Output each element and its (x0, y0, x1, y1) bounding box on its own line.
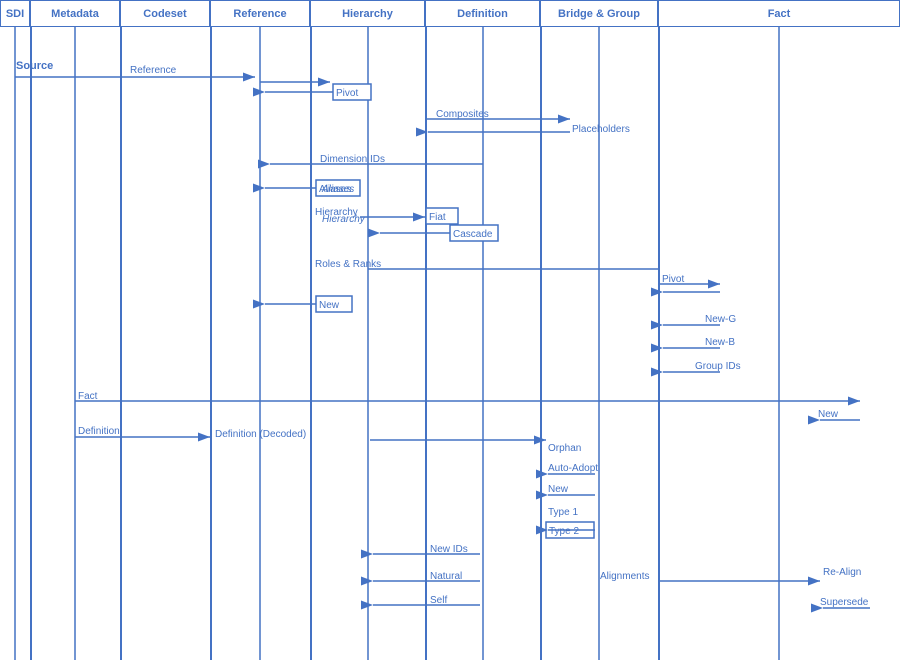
svg-text:Re-Align: Re-Align (823, 567, 861, 578)
tab-reference[interactable]: Reference (210, 0, 310, 27)
svg-text:Reference: Reference (130, 65, 177, 76)
svg-text:Hierarchy: Hierarchy (322, 214, 366, 225)
diagram-svg: Source Reference Pivot Pivot Composites … (0, 27, 900, 660)
svg-text:Fiat: Fiat (429, 212, 446, 223)
tab-sdi[interactable]: SDI (0, 0, 30, 27)
svg-text:Alignments: Alignments (600, 571, 649, 582)
header-tabs: SDI Metadata Codeset Reference Hierarchy… (0, 0, 900, 27)
svg-text:Pivot: Pivot (336, 88, 358, 99)
svg-text:New: New (319, 300, 340, 311)
tab-bridge-group[interactable]: Bridge & Group (540, 0, 658, 27)
svg-text:Supersede: Supersede (820, 597, 869, 608)
svg-text:New-B: New-B (705, 337, 735, 348)
svg-text:Orphan: Orphan (548, 443, 581, 454)
svg-text:Placeholders: Placeholders (572, 124, 630, 135)
svg-text:New: New (548, 484, 569, 495)
svg-text:Group IDs: Group IDs (695, 361, 741, 372)
svg-text:Definition (Decoded): Definition (Decoded) (215, 429, 306, 440)
svg-text:Definition: Definition (78, 426, 120, 437)
tab-definition[interactable]: Definition (425, 0, 540, 27)
tab-hierarchy[interactable]: Hierarchy (310, 0, 425, 27)
diagram-area: Source Reference Pivot Pivot Composites … (0, 27, 900, 660)
tab-codeset[interactable]: Codeset (120, 0, 210, 27)
svg-text:Type 1: Type 1 (548, 507, 578, 518)
svg-text:Auto-Adopt: Auto-Adopt (548, 463, 598, 474)
tab-fact[interactable]: Fact (658, 0, 900, 27)
tab-metadata[interactable]: Metadata (30, 0, 120, 27)
svg-text:Cascade: Cascade (453, 229, 493, 240)
svg-text:Aliases: Aliases (321, 184, 354, 195)
svg-text:Source: Source (16, 60, 53, 72)
svg-text:New: New (818, 409, 839, 420)
svg-text:New-G: New-G (705, 314, 736, 325)
svg-text:Type 2: Type 2 (549, 526, 579, 537)
